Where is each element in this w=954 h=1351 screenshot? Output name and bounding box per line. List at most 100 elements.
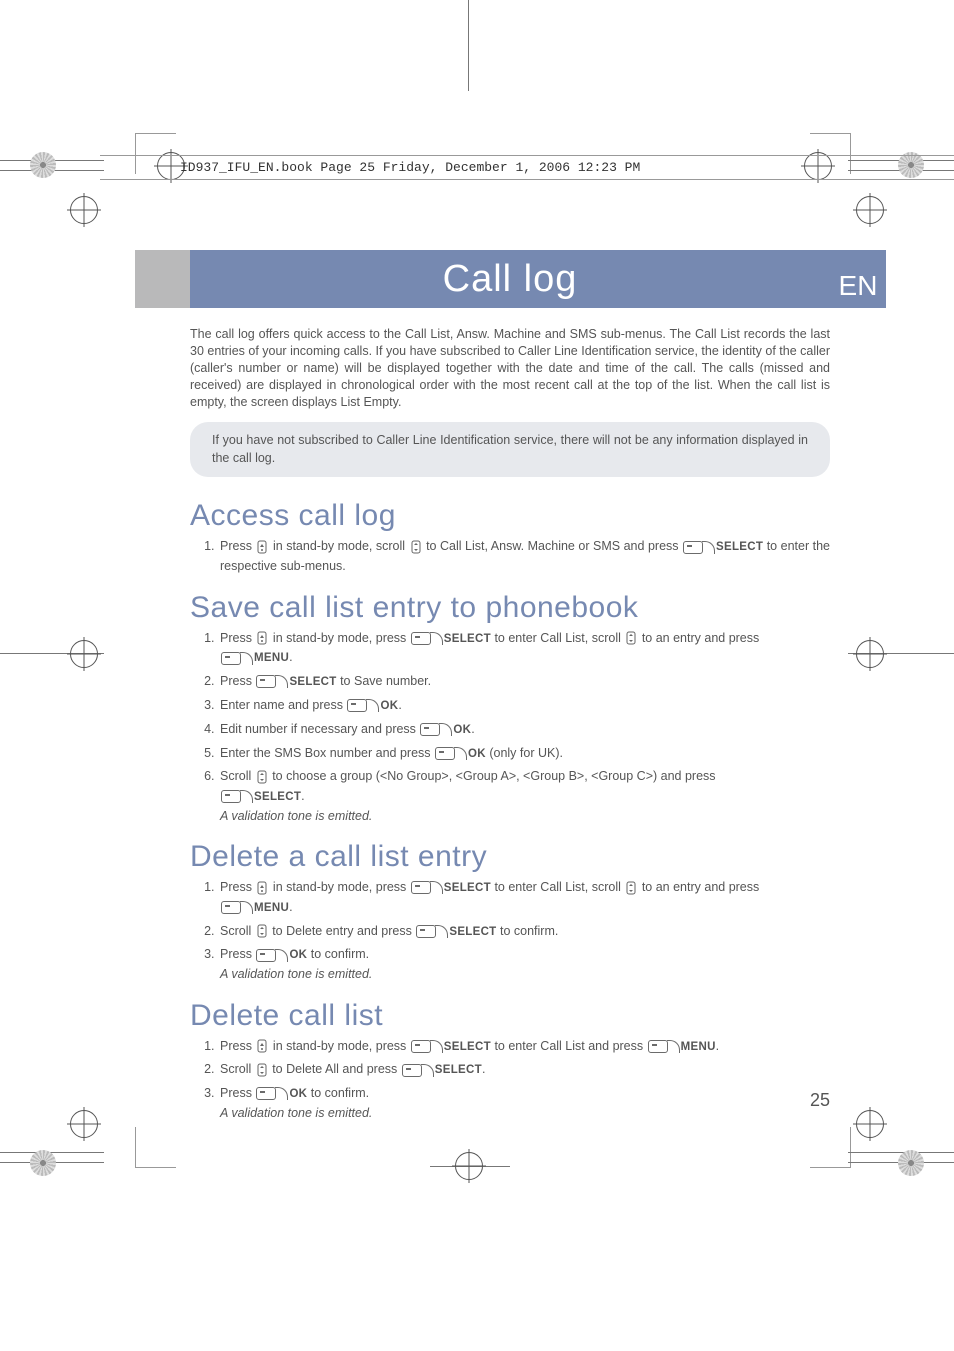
softkey-label: SELECT <box>444 1041 491 1053</box>
softkey-label: SELECT <box>444 882 491 894</box>
text: Press <box>220 539 255 553</box>
title-bar: Call log EN <box>190 250 830 308</box>
text: to an entry and press <box>638 880 759 894</box>
registration-mark-icon <box>70 1110 98 1138</box>
text: to Save number. <box>337 674 432 688</box>
softkey-label: SELECT <box>444 633 491 645</box>
text: Press <box>220 1086 255 1100</box>
star-bullet-icon <box>898 1150 924 1176</box>
validation-tone-text: A validation tone is emitted. <box>220 809 372 823</box>
text: to enter Call List and press <box>491 1039 647 1053</box>
registration-mark-icon <box>856 640 884 668</box>
text: to Delete entry and press <box>269 924 416 938</box>
softkey-icon <box>648 1040 679 1053</box>
registration-mark-icon <box>455 1152 483 1180</box>
text: Scroll <box>220 769 255 783</box>
text: to enter Call List, scroll <box>491 880 624 894</box>
intro-paragraph: The call log offers quick access to the … <box>190 326 830 410</box>
softkey-icon <box>402 1064 433 1077</box>
scroll-key-icon <box>257 924 267 938</box>
page-content: Call log EN The call log offers quick ac… <box>190 250 830 1133</box>
text: Enter the SMS Box number and press <box>220 746 434 760</box>
softkey-icon <box>256 949 287 962</box>
list-item: Enter name and press OK. <box>218 696 830 716</box>
text: to confirm. <box>307 1086 369 1100</box>
list-item: Scroll to Delete All and press SELECT. <box>218 1060 830 1080</box>
list-item: Press OK to confirm. A validation tone i… <box>218 1084 830 1123</box>
up-key-icon <box>257 1039 267 1053</box>
text: in stand-by mode, scroll <box>269 539 408 553</box>
softkey-icon <box>420 723 451 736</box>
up-key-icon <box>257 540 267 554</box>
text: in stand-by mode, press <box>269 1039 409 1053</box>
heading-delete-entry: Delete a call list entry <box>190 840 830 874</box>
list-delete-list: Press in stand-by mode, press SELECT to … <box>190 1037 830 1124</box>
list-item: Press in stand-by mode, press SELECT to … <box>218 1037 830 1057</box>
text: Press <box>220 674 255 688</box>
text: Press <box>220 880 255 894</box>
print-header: ID937_IFU_EN.book Page 25 Friday, Decemb… <box>100 155 954 180</box>
list-access: Press in stand-by mode, scroll to Call L… <box>190 537 830 576</box>
language-tab: EN <box>830 250 886 308</box>
softkey-icon <box>411 632 442 645</box>
heading-access: Access call log <box>190 499 830 533</box>
validation-tone-text: A validation tone is emitted. <box>220 1106 372 1120</box>
text: . <box>716 1039 719 1053</box>
softkey-icon <box>416 925 447 938</box>
text: . <box>482 1062 485 1076</box>
softkey-icon <box>411 881 442 894</box>
softkey-label: MENU <box>681 1041 716 1053</box>
list-item: Press in stand-by mode, press SELECT to … <box>218 629 830 669</box>
softkey-label: SELECT <box>449 926 496 938</box>
softkey-icon <box>221 901 252 914</box>
title-gray-block <box>135 250 191 308</box>
softkey-label: OK <box>289 1088 307 1100</box>
softkey-icon <box>256 675 287 688</box>
text: to confirm. <box>497 924 559 938</box>
text: Edit number if necessary and press <box>220 722 419 736</box>
softkey-label: SELECT <box>289 676 336 688</box>
softkey-label: SELECT <box>716 541 763 553</box>
softkey-label: OK <box>468 748 486 760</box>
text: . <box>289 900 292 914</box>
page-title: Call log <box>443 258 578 301</box>
star-bullet-icon <box>30 1150 56 1176</box>
up-key-icon <box>257 631 267 645</box>
text: Enter name and press <box>220 698 346 712</box>
text: . <box>289 650 292 664</box>
text: . <box>471 722 474 736</box>
list-delete-entry: Press in stand-by mode, press SELECT to … <box>190 878 830 985</box>
softkey-label: OK <box>380 700 398 712</box>
text: Scroll <box>220 924 255 938</box>
scroll-key-icon <box>257 1063 267 1077</box>
text: to confirm. <box>307 947 369 961</box>
scroll-key-icon <box>626 881 636 895</box>
softkey-icon <box>683 541 714 554</box>
scroll-key-icon <box>257 770 267 784</box>
crop-line-icon <box>468 0 469 91</box>
list-item: Enter the SMS Box number and press OK (o… <box>218 744 830 764</box>
up-key-icon <box>257 881 267 895</box>
text: to Delete All and press <box>269 1062 401 1076</box>
list-item: Press in stand-by mode, press SELECT to … <box>218 878 830 918</box>
registration-mark-icon <box>856 1110 884 1138</box>
text: to enter Call List, scroll <box>491 631 624 645</box>
text: Press <box>220 1039 255 1053</box>
text: in stand-by mode, press <box>269 880 409 894</box>
list-item: Press in stand-by mode, scroll to Call L… <box>218 537 830 576</box>
registration-mark-icon <box>70 640 98 668</box>
registration-mark-icon <box>70 196 98 224</box>
text: to choose a group (<No Group>, <Group A>… <box>269 769 716 783</box>
text: . <box>398 698 401 712</box>
softkey-label: OK <box>453 724 471 736</box>
softkey-icon <box>256 1087 287 1100</box>
list-item: Scroll to choose a group (<No Group>, <G… <box>218 767 830 826</box>
list-item: Edit number if necessary and press OK. <box>218 720 830 740</box>
text: Press <box>220 947 255 961</box>
heading-delete-list: Delete call list <box>190 999 830 1033</box>
text: Scroll <box>220 1062 255 1076</box>
softkey-icon <box>347 699 378 712</box>
softkey-icon <box>411 1040 442 1053</box>
softkey-label: MENU <box>254 902 289 914</box>
heading-save: Save call list entry to phonebook <box>190 591 830 625</box>
